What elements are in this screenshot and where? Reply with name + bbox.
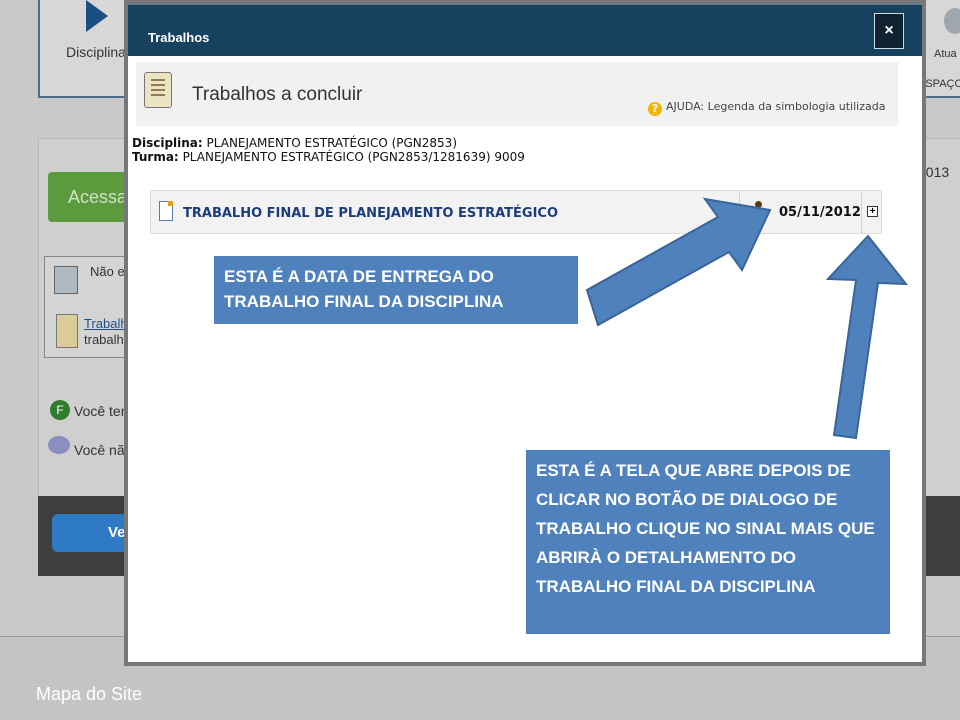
annotation-callout-instructions: ESTA É A TELA QUE ABRE DEPOIS DE CLICAR …: [526, 450, 890, 634]
arrow-to-plus: [825, 234, 909, 440]
annotation-callout-due-date: ESTA É A DATA DE ENTREGA DO TRABALHO FIN…: [214, 256, 578, 324]
arrow-to-date: [585, 197, 772, 327]
